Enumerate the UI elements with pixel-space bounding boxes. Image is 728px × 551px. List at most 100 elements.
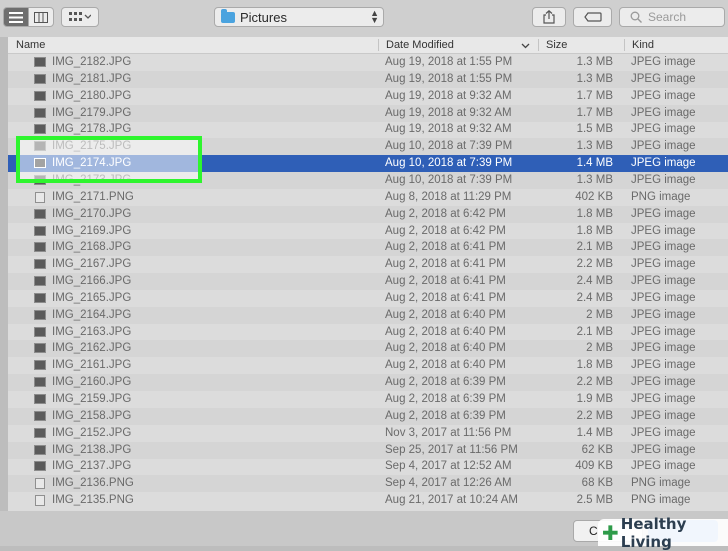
jpeg-file-icon [34,208,46,219]
file-size: 1.3 MB [576,173,613,186]
file-size: 1.5 MB [576,123,613,136]
file-row[interactable]: IMG_2152.JPG Nov 3, 2017 at 11:56 PM 1.4 M… [8,425,728,442]
file-row[interactable]: IMG_2182.JPG Aug 19, 2018 at 1:55 PM 1.3 M… [8,54,728,71]
file-kind: JPEG image [631,89,696,102]
file-size: 2.1 MB [576,325,613,338]
file-name: IMG_2167.JPG [52,258,132,271]
file-kind: JPEG image [631,359,696,372]
file-size: 1.7 MB [576,89,613,102]
view-mode-group [3,7,55,27]
tag-button[interactable] [573,7,612,27]
jpeg-file-icon [34,444,46,455]
jpeg-file-icon [34,57,46,67]
file-row[interactable]: IMG_2138.JPG Sep 25, 2017 at 11:56 PM 62 K… [8,441,728,459]
file-date-modified: Aug 2, 2018 at 6:40 PM [385,308,506,321]
jpeg-file-icon [34,90,46,101]
file-name: IMG_2162.JPG [52,342,132,355]
file-row[interactable]: IMG_2159.JPG Aug 2, 2018 at 6:39 PM 1.9 MB… [8,391,728,408]
file-size: 402 KB [575,190,613,203]
file-name: IMG_2160.JPG [52,376,132,389]
file-row[interactable]: IMG_2166.JPG Aug 2, 2018 at 6:41 PM 2.4 MB… [8,273,728,291]
file-row[interactable]: IMG_2181.JPG Aug 19, 2018 at 1:55 PM 1.3 M… [8,70,728,88]
list-view-button[interactable] [3,7,29,27]
file-kind: JPEG image [631,308,696,321]
file-size: 1.8 MB [576,359,613,372]
file-date-modified: Aug 10, 2018 at 7:39 PM [385,140,513,153]
file-name: IMG_2135.PNG [52,494,134,507]
jpeg-file-icon [34,309,46,320]
sidebar-edge [0,37,8,511]
arrange-button[interactable] [61,7,99,27]
file-list: IMG_2182.JPG Aug 19, 2018 at 1:55 PM 1.3 M… [8,54,728,511]
file-size: 62 KB [581,443,613,456]
file-date-modified: Aug 2, 2018 at 6:40 PM [385,325,506,338]
file-kind: JPEG image [631,241,696,254]
file-name: IMG_2161.JPG [52,359,132,372]
file-date-modified: Aug 2, 2018 at 6:40 PM [385,359,506,372]
file-row[interactable]: IMG_2160.JPG Aug 2, 2018 at 6:39 PM 2.2 MB… [8,374,728,392]
jpeg-file-icon [34,461,46,472]
file-name: IMG_2169.JPG [52,224,132,237]
file-size: 1.4 MB [576,426,613,439]
file-row[interactable]: IMG_2171.PNG Aug 8, 2018 at 11:29 PM 402 K… [8,189,728,206]
jpeg-file-icon [34,292,46,303]
file-kind: JPEG image [631,275,696,288]
column-date-modified[interactable]: Date Modified [378,37,538,53]
file-date-modified: Sep 25, 2017 at 11:56 PM [385,443,518,456]
file-kind: JPEG image [631,224,696,237]
file-row[interactable]: IMG_2163.JPG Aug 2, 2018 at 6:40 PM 2.1 MB… [8,324,728,341]
file-row[interactable]: IMG_2165.JPG Aug 2, 2018 at 6:41 PM 2.4 MB… [8,290,728,307]
file-row[interactable]: IMG_2167.JPG Aug 2, 2018 at 6:41 PM 2.2 MB… [8,256,728,273]
file-row[interactable]: IMG_2180.JPG Aug 19, 2018 at 9:32 AM 1.7 M… [8,88,728,105]
share-button[interactable] [532,7,566,27]
file-date-modified: Aug 8, 2018 at 11:29 PM [385,190,512,203]
share-icon [543,10,555,24]
file-row[interactable]: IMG_2158.JPG Aug 2, 2018 at 6:39 PM 2.2 MB… [8,407,728,425]
file-row[interactable]: IMG_2164.JPG Aug 2, 2018 at 6:40 PM 2 MB JP… [8,306,728,324]
file-name: IMG_2181.JPG [52,72,132,85]
columns-icon [34,11,48,23]
file-name: IMG_2136.PNG [52,477,134,490]
jpeg-file-icon [34,377,46,388]
location-popup[interactable]: Pictures ▲ ▼ [214,7,384,27]
toolbar: Pictures ▲ ▼ Search [0,0,728,37]
file-row[interactable]: IMG_2161.JPG Aug 2, 2018 at 6:40 PM 1.8 MB… [8,357,728,374]
file-row[interactable]: IMG_2179.JPG Aug 19, 2018 at 9:32 AM 1.7 M… [8,104,728,122]
file-size: 2.2 MB [576,258,613,271]
file-date-modified: Aug 2, 2018 at 6:42 PM [385,224,506,237]
file-date-modified: Aug 10, 2018 at 7:39 PM [385,173,513,186]
file-kind: JPEG image [631,123,696,136]
file-kind: JPEG image [631,426,696,439]
file-kind: JPEG image [631,376,696,389]
jpeg-file-icon [34,276,46,287]
file-kind: JPEG image [631,342,696,355]
file-row[interactable]: IMG_2162.JPG Aug 2, 2018 at 6:40 PM 2 MB JP… [8,340,728,358]
file-size: 2.1 MB [576,241,613,254]
column-view-button[interactable] [28,7,54,27]
file-name: IMG_2170.JPG [52,207,132,220]
file-date-modified: Aug 2, 2018 at 6:39 PM [385,376,506,389]
jpeg-file-icon [34,360,46,371]
file-row[interactable]: IMG_2170.JPG Aug 2, 2018 at 6:42 PM 1.8 MB… [8,205,728,223]
file-name: IMG_2159.JPG [52,393,132,405]
column-kind[interactable]: Kind [624,37,728,53]
file-row[interactable]: IMG_2169.JPG Aug 2, 2018 at 6:42 PM 1.8 MB… [8,223,728,240]
file-row[interactable]: IMG_2168.JPG Aug 2, 2018 at 6:41 PM 2.1 MB… [8,239,728,257]
file-kind: JPEG image [631,325,696,338]
file-row[interactable]: IMG_2136.PNG Sep 4, 2017 at 12:26 AM 68 KB… [8,475,728,493]
jpeg-file-icon [34,410,46,421]
jpeg-file-icon [34,225,46,236]
file-name: IMG_2171.PNG [52,190,134,203]
file-name: IMG_2179.JPG [52,106,132,119]
file-row[interactable]: IMG_2135.PNG Aug 21, 2017 at 10:24 AM 2.5 … [8,492,728,509]
column-name[interactable]: Name [8,37,378,53]
file-date-modified: Aug 19, 2018 at 9:32 AM [385,123,512,136]
png-file-icon [35,478,45,490]
file-size: 1.4 MB [576,157,613,170]
column-size[interactable]: Size [538,37,624,53]
file-kind: JPEG image [631,173,696,186]
file-date-modified: Aug 19, 2018 at 1:55 PM [385,56,513,68]
list-icon [9,11,23,23]
search-field[interactable]: Search [619,7,725,27]
file-row[interactable]: IMG_2137.JPG Sep 4, 2017 at 12:52 AM 409 K… [8,458,728,475]
